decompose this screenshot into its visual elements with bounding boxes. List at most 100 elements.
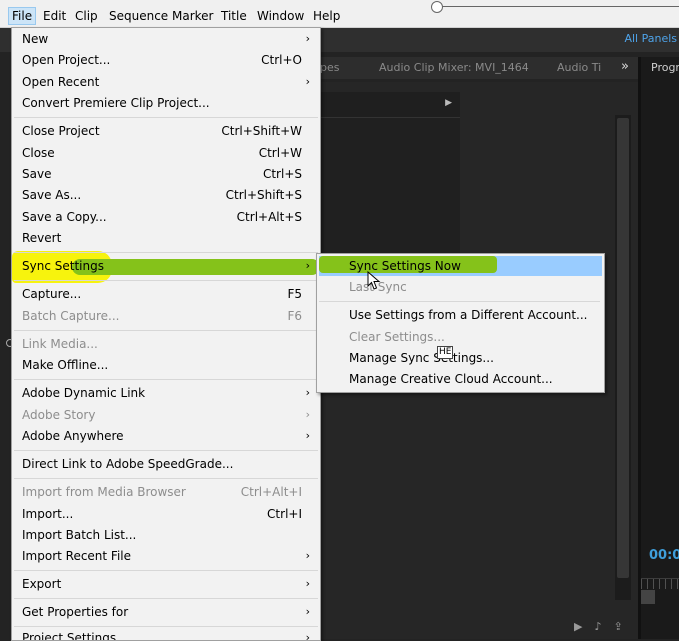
menu-item-label: New <box>22 32 49 46</box>
submenu-arrow-icon: › <box>305 32 310 45</box>
all-panels-link[interactable]: All Panels <box>624 32 677 45</box>
menu-separator <box>14 570 318 571</box>
menu-item-batch-capture: Batch Capture... F6 <box>12 306 320 326</box>
menu-item-label: Close <box>22 146 55 160</box>
menu-file[interactable]: File <box>8 7 37 25</box>
menu-item-revert[interactable]: Revert <box>12 228 320 248</box>
menu-item-shortcut: Ctrl+W <box>258 146 302 160</box>
menu-item-shortcut: Ctrl+Shift+W <box>221 124 302 138</box>
menu-item-project-settings[interactable]: Project Settings › <box>12 628 320 641</box>
menu-item-adobe-anywhere[interactable]: Adobe Anywhere › <box>12 426 320 446</box>
menu-item-adobe-dynamic-link[interactable]: Adobe Dynamic Link › <box>12 383 320 403</box>
tab-partial[interactable]: pes <box>320 61 339 74</box>
menu-item-new[interactable]: New › <box>12 29 320 49</box>
menu-title[interactable]: Title <box>219 8 249 24</box>
menu-item-shortcut: Ctrl+Alt+I <box>240 485 302 499</box>
menu-item-label: Project Settings <box>22 631 117 641</box>
menu-item-label: Manage Creative Cloud Account... <box>349 372 553 386</box>
menu-item-shortcut: F5 <box>287 287 302 301</box>
menu-clip[interactable]: Clip <box>73 8 100 24</box>
menu-item-import[interactable]: Import... Ctrl+I <box>12 504 320 524</box>
panel-scrollbar-thumb[interactable] <box>617 118 629 578</box>
menu-item-shortcut: Ctrl+O <box>261 53 302 67</box>
export-frame-icon[interactable]: ⇪ <box>613 620 634 633</box>
submenu-item-use-settings-different-account[interactable]: Use Settings from a Different Account... <box>317 305 604 325</box>
submenu-item-manage-creative-cloud[interactable]: Manage Creative Cloud Account... <box>317 369 604 389</box>
submenu-arrow-icon: › <box>305 577 310 590</box>
menu-separator <box>14 117 318 118</box>
menu-item-label: Save As... <box>22 188 82 202</box>
submenu-item-clear-settings: Clear Settings... <box>317 327 604 347</box>
time-ruler[interactable] <box>641 578 679 589</box>
menu-item-close-project[interactable]: Close Project Ctrl+Shift+W <box>12 121 320 141</box>
menu-item-label: Import Recent File <box>22 549 132 563</box>
menu-item-make-offline[interactable]: Make Offline... <box>12 355 320 375</box>
menu-window[interactable]: Window <box>255 8 306 24</box>
menu-item-label: Save a Copy... <box>22 210 107 224</box>
mouse-pointer-icon <box>367 271 381 290</box>
menu-item-label: Adobe Anywhere <box>22 429 124 443</box>
menu-help[interactable]: Help <box>311 8 342 24</box>
menu-item-label: Capture... <box>22 287 82 301</box>
menu-item-label: Link Media... <box>22 337 98 351</box>
menu-item-shortcut: Ctrl+S <box>262 167 302 181</box>
more-tabs-icon[interactable]: » <box>621 59 629 74</box>
menu-item-label: Manage Sync Settings... <box>349 351 494 365</box>
menu-item-export[interactable]: Export › <box>12 574 320 594</box>
play-triangle-icon[interactable]: ▶ <box>445 98 452 108</box>
menu-separator <box>14 252 318 253</box>
menu-item-import-batch-list[interactable]: Import Batch List... <box>12 525 320 545</box>
submenu-item-manage-sync-settings[interactable]: Manage Sync Settings... <box>317 348 604 368</box>
menu-item-import-recent-file[interactable]: Import Recent File › <box>12 546 320 566</box>
menu-item-capture[interactable]: Capture... F5 <box>12 284 320 304</box>
file-menu-dropdown: New › Open Project... Ctrl+O Open Recent… <box>11 27 321 641</box>
menu-item-get-properties[interactable]: Get Properties for › <box>12 602 320 622</box>
submenu-item-sync-settings-now[interactable]: Sync Settings Now <box>317 256 604 276</box>
menu-item-label: Batch Capture... <box>22 309 120 323</box>
menu-edit[interactable]: Edit <box>41 8 68 24</box>
insert-icon[interactable]: ▶♪ <box>574 620 613 633</box>
submenu-arrow-icon: › <box>305 408 310 421</box>
menu-item-shortcut: F6 <box>287 309 302 323</box>
menu-item-direct-link-speedgrade[interactable]: Direct Link to Adobe SpeedGrade... <box>12 454 320 474</box>
menu-item-link-media: Link Media... <box>12 334 320 354</box>
menu-item-label: Import Batch List... <box>22 528 137 542</box>
menu-item-close[interactable]: Close Ctrl+W <box>12 143 320 163</box>
menu-item-open-project[interactable]: Open Project... Ctrl+O <box>12 50 320 70</box>
menu-item-convert-premiere-clip[interactable]: Convert Premiere Clip Project... <box>12 93 320 113</box>
menu-item-label: Import... <box>22 507 74 521</box>
sync-settings-submenu: Sync Settings Now Last Sync Use Settings… <box>316 253 605 393</box>
menu-separator <box>14 330 318 331</box>
menu-item-save-as[interactable]: Save As... Ctrl+Shift+S <box>12 185 320 205</box>
submenu-arrow-icon: › <box>305 386 310 399</box>
menubar: File Edit Clip Sequence Marker Title Win… <box>0 0 679 28</box>
panel-footer-icons: ▶♪⇪ <box>574 620 635 633</box>
menu-item-label: Close Project <box>22 124 100 138</box>
menu-item-open-recent[interactable]: Open Recent › <box>12 72 320 92</box>
menu-item-label: Sync Settings <box>22 259 104 273</box>
menu-item-save[interactable]: Save Ctrl+S <box>12 164 320 184</box>
zoom-slider-handle[interactable] <box>431 1 443 13</box>
tab-program-monitor[interactable]: Progr <box>651 61 679 74</box>
menu-item-adobe-story: Adobe Story › <box>12 405 320 425</box>
timecode-display[interactable]: 00:0 <box>649 548 679 563</box>
inner-panel-header: ▶ <box>320 92 460 118</box>
menu-sequence[interactable]: Sequence <box>107 8 170 24</box>
tab-audio-clip-mixer[interactable]: Audio Clip Mixer: MVI_1464 <box>379 61 529 74</box>
menu-separator <box>14 379 318 380</box>
playhead-block[interactable] <box>641 590 655 604</box>
menu-marker[interactable]: Marker <box>170 8 215 24</box>
menu-separator <box>14 626 318 627</box>
menu-item-label: Direct Link to Adobe SpeedGrade... <box>22 457 234 471</box>
menu-item-save-a-copy[interactable]: Save a Copy... Ctrl+Alt+S <box>12 207 320 227</box>
menu-separator <box>319 301 600 302</box>
menu-item-label: Open Project... <box>22 53 111 67</box>
submenu-arrow-icon: › <box>305 429 310 442</box>
menu-separator <box>14 450 318 451</box>
menu-item-label: Make Offline... <box>22 358 109 372</box>
menu-item-label: Adobe Story <box>22 408 96 422</box>
menu-separator <box>14 478 318 479</box>
zoom-slider-track[interactable] <box>442 6 679 7</box>
tab-audio-track[interactable]: Audio Ti <box>557 61 601 74</box>
menu-item-sync-settings[interactable]: Sync Settings › <box>12 256 320 276</box>
